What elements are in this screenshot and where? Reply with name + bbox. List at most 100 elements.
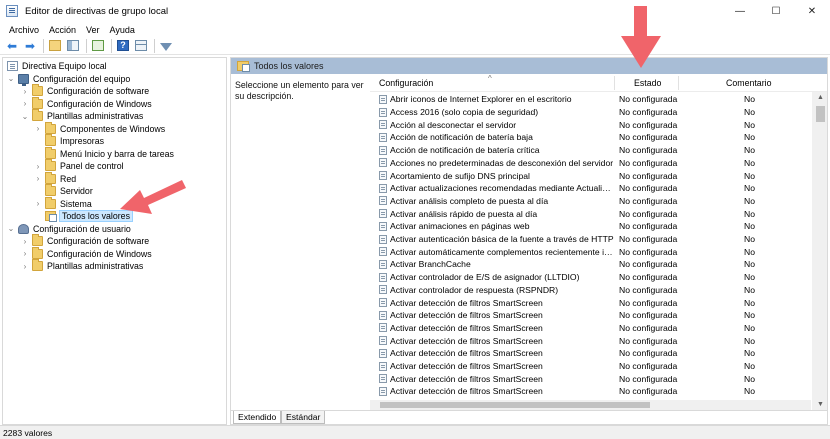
column-estado[interactable]: Estado [634,74,661,92]
show-pane-button[interactable] [65,38,81,54]
table-row[interactable]: Activar animaciones en páginas web No con… [370,220,811,233]
column-configuracion[interactable]: Configuración [379,74,433,92]
expand-chevron-icon[interactable]: › [34,174,42,183]
policy-setting-icon [379,259,387,269]
expand-chevron-icon[interactable]: › [34,162,42,171]
setting-state: No configurada [619,272,678,283]
table-row[interactable]: Activar controlador de respuesta (RSPNDR… [370,284,811,297]
table-row[interactable]: Activar actualizaciones recomendadas med… [370,182,811,195]
menu-ver[interactable]: Ver [81,25,105,35]
properties-button[interactable] [133,38,149,54]
tree-usuario-plantillas-administrativas[interactable]: › Plantillas administrativas [21,259,143,273]
table-row[interactable]: Activar detección de filtros SmartScreen… [370,372,811,385]
setting-state: No configurada [619,246,678,257]
setting-name: Activar detección de filtros SmartScreen [390,373,543,384]
tree-configuracion-usuario[interactable]: ⌄ Configuración de usuario [7,223,131,236]
table-row[interactable]: Abrir iconos de Internet Explorer en el … [370,93,811,106]
help-button[interactable]: ? [115,38,131,54]
table-row[interactable]: Access 2016 (solo copia de seguridad) No … [370,106,811,119]
table-row[interactable]: Activar detección de filtros SmartScreen… [370,347,811,360]
tree-impresoras[interactable]: Impresoras [34,134,104,148]
expand-chevron-icon[interactable]: › [34,124,42,133]
tree-servidor[interactable]: Servidor [34,184,93,198]
menu-archivo[interactable]: Archivo [4,25,44,35]
table-row[interactable]: Activar detección de filtros SmartScreen… [370,296,811,309]
export-list-icon [92,40,104,51]
horizontal-scrollbar[interactable] [370,400,811,410]
forward-button[interactable]: ➡ [22,38,38,54]
tree-configuracion-windows[interactable]: › Configuración de Windows [21,96,152,111]
column-divider[interactable] [614,76,615,90]
collapse-chevron-icon[interactable]: ⌄ [7,74,15,83]
tree-menu-inicio[interactable]: Menú Inicio y barra de tareas [34,146,174,161]
column-comentario-label: Comentario [726,78,772,88]
tree-red[interactable]: › Red [34,171,76,186]
table-row[interactable]: Activar detección de filtros SmartScreen… [370,385,811,398]
vertical-scrollbar[interactable]: ▲ ▼ [812,92,827,410]
collapse-chevron-icon[interactable]: ⌄ [7,224,15,233]
tree-item-label: Configuración del equipo [33,73,131,84]
policy-setting-icon [379,323,387,333]
scroll-down-icon[interactable]: ▼ [817,401,824,408]
column-divider[interactable] [678,76,679,90]
table-row[interactable]: Activar automáticamente complementos rec… [370,245,811,258]
annotation-arrow-down [621,6,661,68]
tree-item-label: Sistema [60,198,92,209]
table-row[interactable]: Activar análisis rápido de puesta al día… [370,207,811,220]
up-folder-button[interactable] [47,38,63,54]
tree-usuario-configuracion-software[interactable]: › Configuración de software [21,234,149,248]
tree-plantillas-administrativas[interactable]: ⌄ Plantillas administrativas [21,109,143,123]
back-button[interactable]: ⬅ [4,38,20,54]
expand-chevron-icon[interactable]: › [34,199,42,208]
table-row[interactable]: Activar detección de filtros SmartScreen… [370,309,811,322]
tree-configuracion-equipo[interactable]: ⌄ Configuración del equipo [7,73,130,86]
back-arrow-icon: ⬅ [6,38,18,53]
tree-item-label: Impresoras [60,136,104,147]
maximize-button[interactable]: ☐ [758,0,794,22]
table-row[interactable]: Acción de notificación de batería baja No… [370,131,811,144]
setting-state: No configurada [619,297,678,308]
tree-root[interactable]: Directiva Equipo local [7,60,107,73]
tab-estandar[interactable]: Estándar [281,411,326,424]
expand-chevron-icon[interactable]: › [21,87,29,96]
menu-accion[interactable]: Acción [44,25,81,35]
column-comentario[interactable]: Comentario [726,74,771,92]
setting-comment: No [744,259,755,270]
setting-name: Abrir iconos de Internet Explorer en el … [390,94,572,105]
tree-panel-control[interactable]: › Panel de control [34,159,124,173]
table-row[interactable]: Acortamiento de sufijo DNS principal No c… [370,169,811,182]
minimize-button[interactable]: — [722,0,758,22]
setting-state: No configurada [619,107,678,118]
filter-button[interactable] [158,38,174,54]
column-configuracion-label: Configuración [379,78,434,88]
expand-chevron-icon[interactable]: › [21,237,29,246]
table-row[interactable]: Activar detección de filtros SmartScreen… [370,360,811,373]
table-row[interactable]: Activar controlador de E/S de asignador … [370,271,811,284]
close-button[interactable]: ✕ [794,0,830,22]
table-row[interactable]: Activar BranchCache No configurada No [370,258,811,271]
tree-sistema[interactable]: › Sistema [34,196,92,211]
table-row[interactable]: Acciones no predeterminadas de desconexi… [370,157,811,170]
expand-chevron-icon[interactable]: › [21,262,29,271]
scroll-up-icon[interactable]: ▲ [817,94,824,101]
app-icon [6,5,18,17]
menu-ayuda[interactable]: Ayuda [105,25,140,35]
table-row[interactable]: Activar detección de filtros SmartScreen… [370,322,811,335]
collapse-chevron-icon[interactable]: ⌄ [21,112,29,121]
export-list-button[interactable] [90,38,106,54]
expand-chevron-icon[interactable]: › [21,249,29,258]
table-row[interactable]: Activar análisis completo de puesta al d… [370,195,811,208]
table-row[interactable]: Acción al desconectar el servidor No conf… [370,118,811,131]
tab-extendido[interactable]: Extendido [233,411,282,424]
tree-usuario-configuracion-windows[interactable]: › Configuración de Windows [21,246,152,261]
scroll-thumb-horizontal[interactable] [380,402,650,408]
expand-chevron-icon[interactable]: › [21,99,29,108]
table-row[interactable]: Activar detección de filtros SmartScreen… [370,334,811,347]
table-row[interactable]: Activar autenticación básica de la fuent… [370,233,811,246]
tree-configuracion-software[interactable]: › Configuración de software [21,84,149,98]
folder-icon [45,121,56,134]
tree-componentes-windows[interactable]: › Componentes de Windows [34,121,165,136]
scroll-thumb[interactable] [816,106,825,122]
table-row[interactable]: Acción de notificación de batería crític… [370,144,811,157]
setting-comment: No [744,361,755,372]
